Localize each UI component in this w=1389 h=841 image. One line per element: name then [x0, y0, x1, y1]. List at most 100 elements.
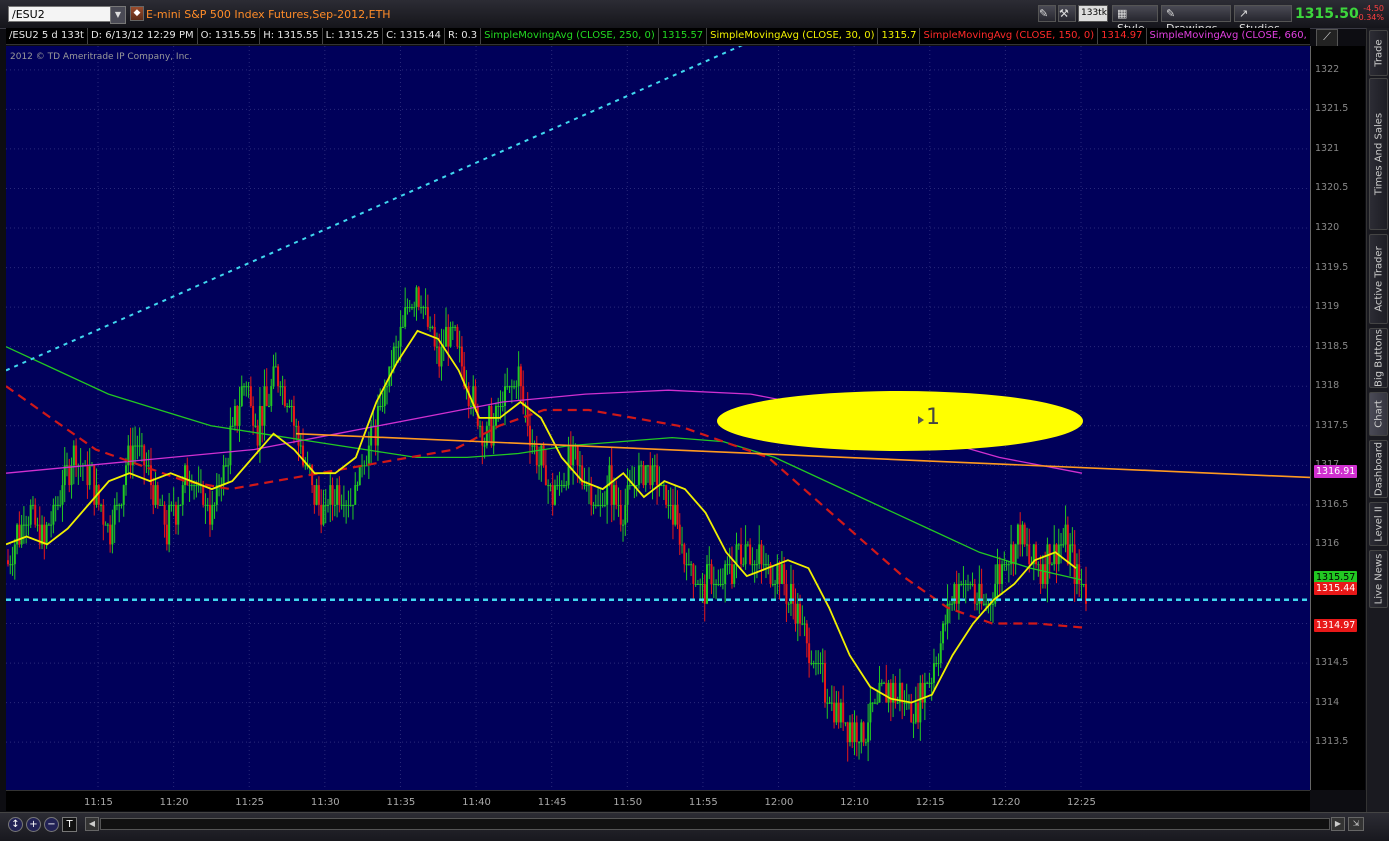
- side-tab-chart[interactable]: Chart: [1369, 392, 1388, 436]
- candle-up: [787, 603, 790, 605]
- candle-up: [746, 544, 749, 546]
- candle-down: [417, 287, 420, 308]
- candle-down: [808, 643, 811, 664]
- drawings-button[interactable]: ✎ Drawings: [1161, 5, 1231, 35]
- candle-up: [966, 583, 969, 585]
- text-tool-icon[interactable]: T: [62, 817, 77, 832]
- studies-icon: ↗: [1239, 7, 1249, 20]
- candle-up: [22, 524, 25, 526]
- x-tick-label: 12:10: [840, 797, 869, 808]
- candle-up: [930, 682, 933, 684]
- candle-down: [1035, 544, 1038, 565]
- info-sma250-label[interactable]: SimpleMovingAvg (CLOSE, 250, 0): [481, 28, 659, 44]
- zoom-in-icon[interactable]: +: [26, 817, 41, 832]
- candle-down: [34, 504, 37, 525]
- style-button[interactable]: ▦ Style: [1112, 5, 1158, 35]
- candle-down: [590, 485, 593, 505]
- candle-up: [942, 623, 945, 644]
- side-tab-live-news[interactable]: Live News: [1369, 550, 1388, 608]
- candle-up: [299, 445, 302, 447]
- candle-down: [1023, 524, 1026, 545]
- side-tab-times-and-sales[interactable]: Times And Sales: [1369, 78, 1388, 230]
- candle-up: [637, 465, 640, 486]
- side-tab-strip: Trade Times And Sales Active Trader Big But…: [1366, 28, 1389, 812]
- candle-up: [449, 326, 452, 347]
- drawing-tool-icon[interactable]: ⟋: [1316, 29, 1338, 47]
- chart-plot-area[interactable]: 1: [5, 29, 1311, 790]
- link-icon[interactable]: ◆: [130, 6, 144, 21]
- side-tab-active-trader[interactable]: Active Trader: [1369, 234, 1388, 324]
- candle-up: [994, 583, 997, 604]
- chart-svg[interactable]: 1: [5, 29, 1311, 790]
- y-tick-label: 1316: [1315, 538, 1340, 550]
- time-axis[interactable]: 11:15 11:20 11:25 11:30 11:35 11:40 11:45 11:50…: [6, 790, 1310, 811]
- candle-down: [1039, 564, 1042, 584]
- candle-up: [651, 465, 654, 486]
- candle-up: [72, 445, 75, 466]
- candle-up: [181, 485, 184, 505]
- candle-up: [996, 564, 999, 584]
- candle-up: [912, 722, 915, 724]
- candle-up: [696, 583, 699, 585]
- candle-up: [517, 366, 520, 387]
- horizontal-scrollbar[interactable]: [100, 818, 1330, 830]
- candle-up: [549, 485, 552, 487]
- candle-up: [245, 386, 248, 388]
- candle-up: [404, 307, 407, 327]
- candle-up: [839, 702, 842, 723]
- candle-up: [211, 504, 214, 525]
- price-axis[interactable]: 1322 1321.5 1321 1320.5 1320 1319.5 1319 1318.5…: [1310, 46, 1365, 790]
- expand-icon[interactable]: ⇲: [1348, 817, 1364, 831]
- side-tab-big-buttons[interactable]: Big Buttons: [1369, 328, 1388, 388]
- info-sma150-label[interactable]: SimpleMovingAvg (CLOSE, 150, 0): [920, 28, 1099, 44]
- side-tab-label: Chart: [1373, 400, 1384, 428]
- candle-up: [560, 485, 563, 487]
- price-tag: 1316.91: [1314, 465, 1358, 479]
- candle-up: [172, 504, 175, 506]
- side-tab-label: Big Buttons: [1373, 329, 1384, 387]
- info-sma660-label[interactable]: SimpleMovingAvg (CLOSE, 660, 0): [1147, 28, 1310, 44]
- studies-button[interactable]: ↗ Studies: [1234, 5, 1292, 35]
- wrench-icon[interactable]: ⚒: [1058, 5, 1076, 22]
- candle-down: [910, 702, 913, 723]
- candle-down: [317, 485, 320, 505]
- candle-up: [758, 544, 761, 565]
- aggregation-badge[interactable]: 133tk: [1078, 5, 1108, 22]
- side-tab-label: Dashboard: [1373, 441, 1384, 497]
- zoom-out-icon[interactable]: −: [44, 817, 59, 832]
- scroll-left-icon[interactable]: ◀: [85, 817, 99, 831]
- candle-down: [535, 445, 538, 466]
- scroll-right-icon[interactable]: ▶: [1331, 817, 1345, 831]
- candle-up: [154, 485, 157, 505]
- symbol-input[interactable]: /ESU2 ▼: [8, 6, 126, 24]
- candle-up: [626, 485, 629, 505]
- info-sma30-label[interactable]: SimpleMovingAvg (CLOSE, 30, 0): [707, 28, 879, 44]
- side-tab-level-ii[interactable]: Level II: [1369, 502, 1388, 546]
- candle-up: [195, 485, 198, 487]
- candle-up: [971, 583, 974, 585]
- candle-up: [1005, 564, 1008, 566]
- candle-up: [728, 564, 731, 566]
- y-tick-label: 1314: [1315, 696, 1340, 708]
- candle-up: [751, 564, 754, 566]
- candle-up: [578, 465, 581, 467]
- candle-up: [111, 524, 114, 545]
- candle-up: [708, 564, 711, 566]
- price-change: -4.50 -0.34%: [1352, 4, 1384, 22]
- crosshair-icon[interactable]: ✎: [1038, 5, 1056, 22]
- symbol-dropdown-icon[interactable]: ▼: [110, 6, 126, 24]
- candle-down: [202, 485, 205, 505]
- candle-up: [1075, 564, 1078, 584]
- candle-up: [883, 682, 886, 684]
- candle-up: [326, 504, 329, 506]
- x-tick-label: 11:15: [84, 797, 113, 808]
- candle-up: [140, 445, 143, 447]
- candle-up: [190, 485, 193, 487]
- candle-up: [479, 425, 482, 427]
- candle-up: [238, 406, 241, 426]
- side-tab-trade[interactable]: Trade: [1369, 30, 1388, 76]
- candle-up: [848, 722, 851, 743]
- candle-up: [115, 504, 118, 506]
- zoom-fit-icon[interactable]: ↕: [8, 817, 23, 832]
- side-tab-dashboard[interactable]: Dashboard: [1369, 440, 1388, 498]
